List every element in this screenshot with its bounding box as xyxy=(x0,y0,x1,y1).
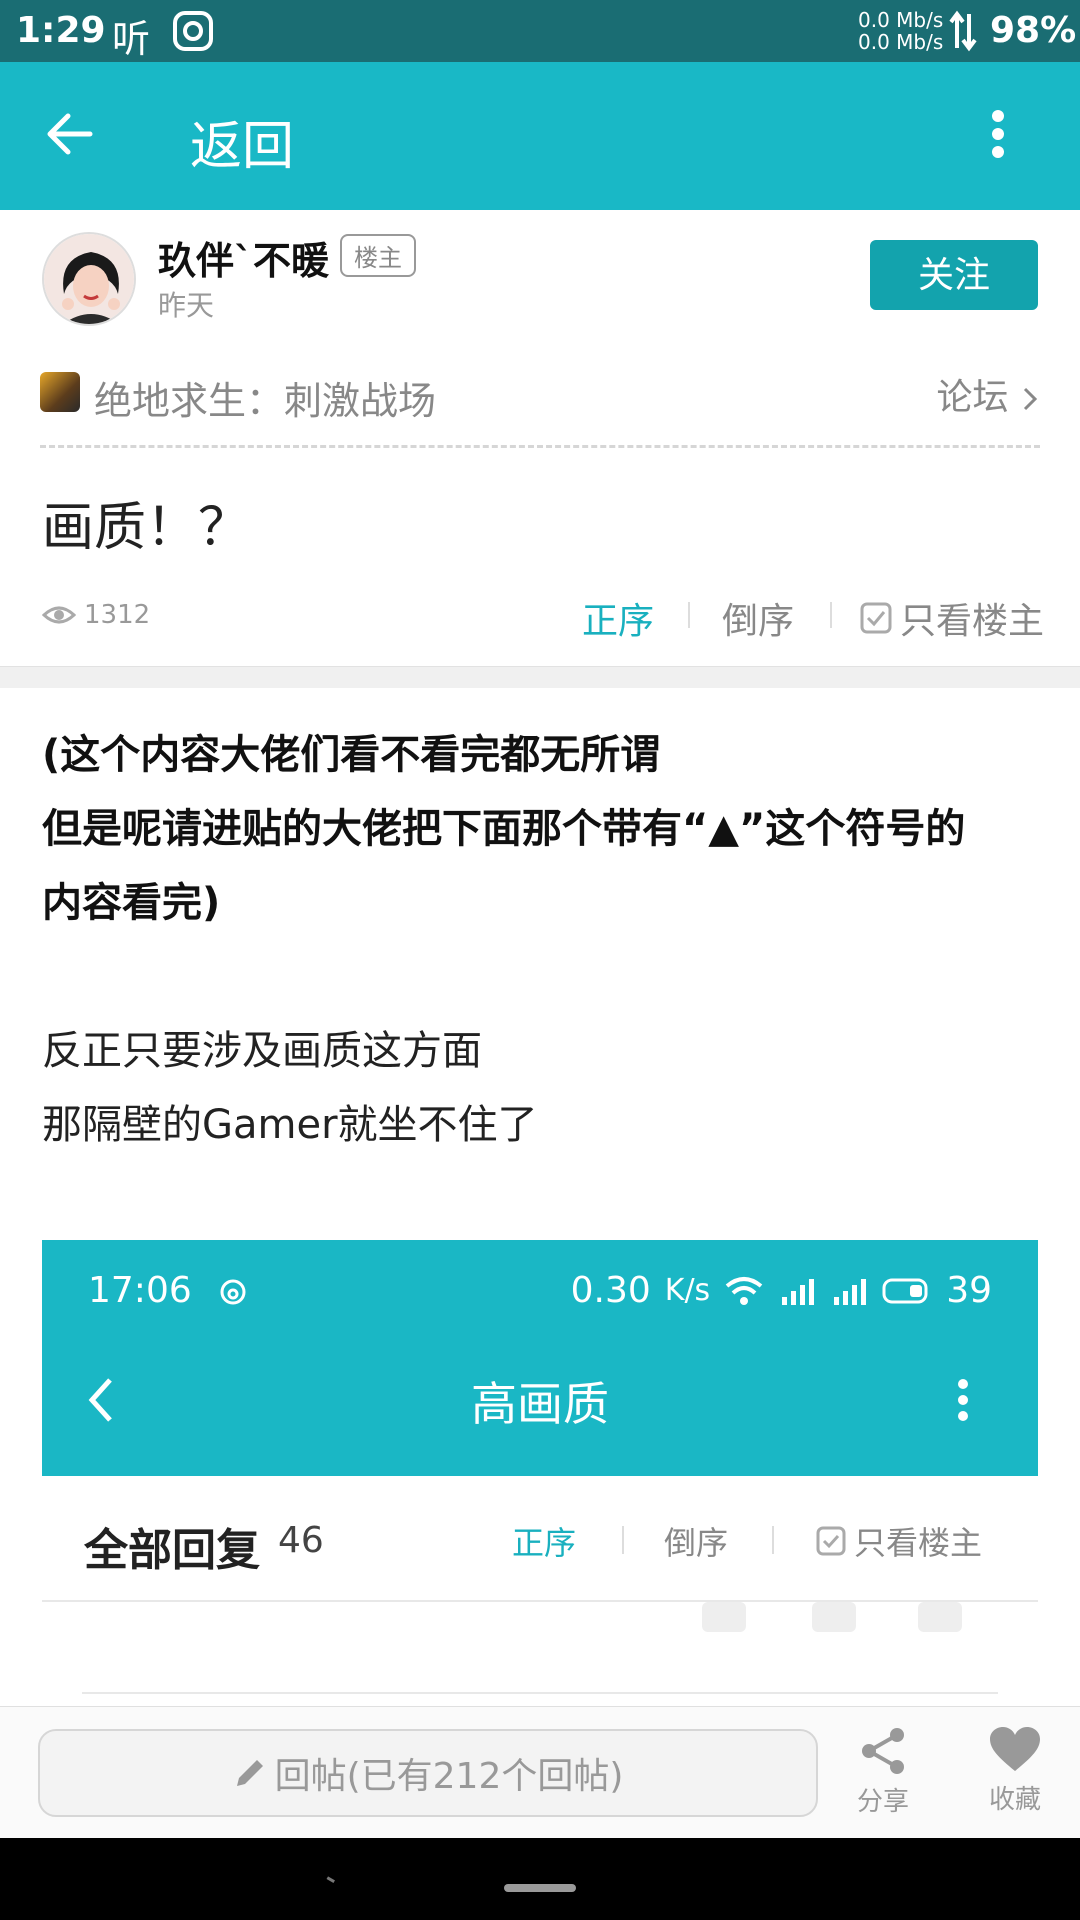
embedded-sort-asc: 正序 xyxy=(512,1524,577,1562)
only-op-filter[interactable]: 只看楼主 xyxy=(860,592,1044,644)
embedded-sort-desc: 倒序 xyxy=(664,1524,729,1562)
embedded-speed-unit: K/s xyxy=(664,1273,711,1308)
app-bar: 返回 xyxy=(0,62,1080,210)
only-op-label: 只看楼主 xyxy=(900,601,1045,642)
comment-icon xyxy=(918,1602,962,1632)
checkbox-icon xyxy=(816,1526,846,1556)
chevron-right-icon xyxy=(1023,387,1038,411)
content-line: 反正只要涉及画质这方面 xyxy=(42,1028,482,1074)
signal-4g-icon xyxy=(834,1278,867,1305)
forum-link-label: 论坛 xyxy=(936,377,1009,418)
checkbox-icon xyxy=(860,602,892,634)
forum-row[interactable]: 绝地求生：刺激战场 论坛 xyxy=(40,352,1040,448)
camera-notification-icon xyxy=(172,10,214,56)
share-label: 分享 xyxy=(856,1787,909,1817)
wifi-icon xyxy=(725,1276,763,1305)
content-line: 内容看完) xyxy=(42,880,221,926)
embedded-screenshot[interactable]: 17:06 0.30 K/s 39 高画质 全部回复 46 正序 倒序 只看楼主 xyxy=(42,1240,1038,1710)
reply-placeholder: 回帖(已有212个回帖) xyxy=(274,1756,624,1797)
more-vertical-icon[interactable] xyxy=(990,108,1006,164)
favorite-button[interactable]: 收藏 xyxy=(960,1725,1070,1816)
embedded-title: 高画质 xyxy=(471,1377,609,1431)
embedded-time: 17:06 xyxy=(88,1270,249,1311)
embedded-reply-count: 46 xyxy=(278,1520,324,1561)
page-title[interactable]: 返回 xyxy=(190,104,294,179)
forum-link[interactable]: 论坛 xyxy=(937,368,1040,420)
embedded-reply-row: 全部回复 46 正序 倒序 只看楼主 xyxy=(42,1476,1038,1602)
author-row: 玖伴`不暖 楼主 昨天 关注 xyxy=(0,210,1080,340)
status-bar: 1:29 听 0.0 Mb/s 0.0 Mb/s 98% xyxy=(0,0,1080,62)
bottom-bar: 回帖(已有212个回帖) 分享 收藏 xyxy=(0,1706,1080,1838)
system-nav-bar xyxy=(0,1838,1080,1920)
signal-4g-icon xyxy=(782,1278,815,1305)
avatar[interactable] xyxy=(42,232,136,326)
sync-icon xyxy=(220,1279,246,1305)
divider xyxy=(830,602,832,628)
content-line: 那隔壁的Gamer就坐不住了 xyxy=(42,1102,538,1148)
heart-icon xyxy=(990,1727,1040,1771)
status-time: 1:29 xyxy=(16,10,106,51)
post-title: 画质！？ xyxy=(42,498,251,558)
net-up-speed: 0.0 Mb/s xyxy=(858,8,944,32)
op-badge: 楼主 xyxy=(340,234,416,277)
reply-input[interactable]: 回帖(已有212个回帖) xyxy=(38,1729,818,1817)
back-gesture-icon[interactable] xyxy=(325,1876,335,1886)
arrow-left-icon[interactable] xyxy=(44,108,96,164)
divider xyxy=(622,1526,624,1554)
eye-icon xyxy=(42,606,76,624)
embedded-status-icons: 0.30 K/s 39 xyxy=(571,1270,992,1311)
favorite-label: 收藏 xyxy=(988,1785,1041,1815)
divider xyxy=(688,602,690,628)
thumbs-up-icon xyxy=(702,1602,746,1632)
embedded-only-op: 只看楼主 xyxy=(816,1518,982,1564)
embedded-speed: 0.30 xyxy=(570,1270,651,1311)
embedded-battery: 39 xyxy=(946,1270,992,1311)
embedded-only-op-label: 只看楼主 xyxy=(854,1524,983,1562)
content-line: 但是呢请进贴的大佬把下面那个带有“▲”这个符号的 xyxy=(42,806,966,852)
sort-descending-tab[interactable]: 倒序 xyxy=(722,592,794,644)
divider xyxy=(772,1526,774,1554)
section-divider xyxy=(0,666,1080,688)
more-vertical-icon xyxy=(956,1376,970,1428)
embedded-time-value: 17:06 xyxy=(88,1270,192,1311)
battery-level: 98% xyxy=(990,10,1077,51)
embedded-header: 17:06 0.30 K/s 39 高画质 xyxy=(42,1240,1038,1476)
post-time: 昨天 xyxy=(158,289,215,322)
content-line: (这个内容大佬们看不看完都无所谓 xyxy=(42,732,661,778)
share-button[interactable]: 分享 xyxy=(828,1725,938,1818)
author-name[interactable]: 玖伴`不暖 xyxy=(158,230,329,285)
follow-button[interactable]: 关注 xyxy=(870,240,1038,310)
share-icon xyxy=(862,1728,904,1774)
ting-app-icon: 听 xyxy=(112,17,151,61)
net-down-speed: 0.0 Mb/s xyxy=(858,30,944,54)
network-speed: 0.0 Mb/s 0.0 Mb/s xyxy=(858,9,943,53)
view-count-value: 1312 xyxy=(84,600,151,630)
sort-ascending-tab[interactable]: 正序 xyxy=(582,592,654,644)
thumbs-down-icon xyxy=(812,1602,856,1632)
home-pill[interactable] xyxy=(504,1884,576,1892)
forum-name[interactable]: 绝地求生：刺激战场 xyxy=(94,370,436,425)
data-transfer-icon xyxy=(948,10,978,56)
embedded-all-replies: 全部回复 xyxy=(84,1525,260,1576)
pencil-icon xyxy=(236,1760,263,1786)
post-content: (这个内容大佬们看不看完都无所谓 但是呢请进贴的大佬把下面那个带有“▲”这个符号… xyxy=(42,718,1042,1162)
game-icon xyxy=(40,372,80,412)
view-count: 1312 xyxy=(42,600,150,630)
post-meta-row: 1312 正序 倒序 只看楼主 xyxy=(0,588,1080,648)
embedded-divider xyxy=(82,1692,998,1694)
battery-icon xyxy=(882,1278,928,1303)
